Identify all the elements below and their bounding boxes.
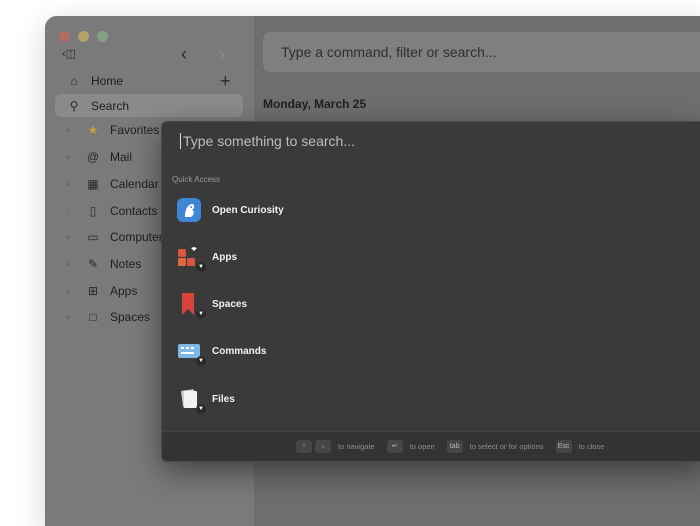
sidebar-item-label: Favorites	[110, 123, 160, 137]
hint-text: to close	[578, 442, 605, 451]
sidebar-item-label: Contacts	[110, 204, 158, 218]
calendar-icon: ▦	[87, 177, 99, 191]
zoom-window-button[interactable]	[97, 31, 108, 42]
quick-access-files[interactable]: ▼ Files	[176, 383, 676, 415]
bullet-icon: ●	[65, 286, 71, 296]
date-heading: Monday, March 25	[263, 97, 367, 111]
dropdown-triangle-icon: ▼	[196, 309, 206, 319]
apps-icon: ▼	[176, 244, 206, 272]
command-bar-placeholder: Type a command, filter or search...	[281, 44, 497, 60]
bullet-icon: ●	[65, 232, 71, 242]
esc-key: Esc	[555, 440, 572, 453]
commands-icon: ▼	[176, 338, 206, 366]
close-window-button[interactable]	[59, 31, 70, 42]
quick-access-label: Spaces	[212, 298, 248, 310]
chevron-right-icon[interactable]: ›	[63, 205, 73, 217]
bullet-icon: ●	[65, 152, 71, 162]
quick-access-spaces[interactable]: ▼ Spaces	[176, 288, 676, 320]
search-icon: ⚲	[69, 98, 79, 113]
at-icon: @	[86, 150, 100, 164]
arrow-up-icon: ↑	[296, 440, 312, 453]
note-icon: ✎	[87, 257, 99, 271]
forward-arrow-icon[interactable]: ›	[219, 44, 225, 65]
sidebar-item-label: Computer	[110, 230, 163, 244]
add-icon[interactable]: +	[220, 71, 231, 92]
sidebar-item-home[interactable]: ⌂ Home	[55, 69, 243, 92]
sidebar-item-label: Mail	[110, 150, 133, 164]
section-label: Quick Access	[172, 175, 221, 184]
dropdown-triangle-icon: ▼	[196, 404, 206, 414]
quick-access-label: Commands	[212, 345, 267, 357]
quick-access-commands[interactable]: ▼ Commands	[176, 335, 676, 367]
hint-close: Esc to close	[555, 440, 605, 453]
search-palette: Quick Access Open Curiosity ▼ Apps	[161, 121, 700, 462]
bullet-icon: ●	[65, 312, 71, 322]
curiosity-app-icon	[176, 197, 202, 223]
tab-key: tab	[446, 440, 463, 453]
palette-search-input[interactable]	[183, 133, 663, 149]
text-caret	[180, 133, 181, 149]
hint-text: to select or for options	[469, 442, 544, 451]
hint-navigate: ↑ ↓ to navigate	[296, 440, 375, 453]
folder-icon: ▭	[87, 230, 99, 244]
palette-footer: ↑ ↓ to navigate ↵ to open tab to select …	[162, 431, 700, 461]
home-icon: ⌂	[70, 73, 78, 88]
quick-access-label: Open Curiosity	[212, 204, 284, 216]
dropdown-triangle-icon: ▼	[196, 356, 206, 366]
dropdown-triangle-icon: ▼	[196, 262, 206, 272]
sidebar-toggle-icon[interactable]: ‹◫	[62, 47, 76, 60]
sidebar-item-label: Home	[91, 73, 124, 88]
sidebar-item-label: Notes	[110, 257, 142, 271]
grid-icon: ⊞	[87, 284, 99, 298]
quick-access-label: Apps	[212, 251, 237, 263]
sidebar-item-label: Spaces	[110, 310, 151, 324]
window-controls	[59, 31, 108, 42]
minimize-window-button[interactable]	[78, 31, 89, 42]
quick-access-open-curiosity[interactable]: Open Curiosity	[176, 194, 676, 226]
arrow-down-icon: ↓	[315, 440, 331, 453]
hint-options: tab to select or for options	[446, 440, 544, 453]
spaces-icon: ▼	[176, 291, 206, 319]
sidebar-item-label: Search	[91, 98, 130, 113]
quick-access-label: Files	[212, 393, 235, 405]
bullet-icon: ●	[65, 179, 71, 189]
hint-text: to navigate	[338, 442, 375, 451]
hint-open: ↵ to open	[386, 440, 435, 453]
sidebar-item-search[interactable]: ⚲ Search	[55, 94, 243, 117]
bullet-icon: ●	[65, 125, 71, 135]
bookmark-icon: □	[89, 310, 97, 324]
command-bar[interactable]: Type a command, filter or search...	[263, 32, 700, 72]
contacts-icon: ▯	[89, 204, 97, 218]
bullet-icon: ●	[65, 259, 71, 269]
sidebar-item-label: Apps	[110, 284, 138, 298]
palette-search-row	[180, 133, 663, 149]
return-key-icon: ↵	[386, 440, 403, 453]
quick-access-apps[interactable]: ▼ Apps	[176, 241, 676, 273]
sidebar-item-label: Calendar	[110, 177, 159, 191]
star-icon: ★	[87, 123, 99, 137]
files-icon: ▼	[176, 386, 206, 414]
hint-text: to open	[409, 442, 435, 451]
back-arrow-icon[interactable]: ‹	[181, 44, 187, 65]
